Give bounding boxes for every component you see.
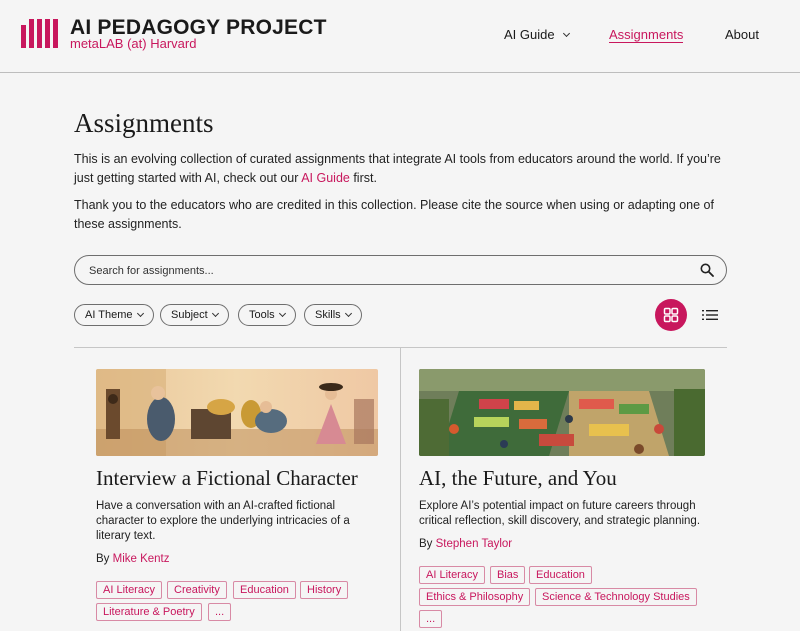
chevron-down-icon <box>344 309 352 318</box>
nav-assignments[interactable]: Assignments <box>609 27 684 43</box>
tag-education[interactable]: Education <box>233 581 296 599</box>
author-link[interactable]: Mike Kentz <box>113 553 170 565</box>
search-icon[interactable] <box>700 263 714 277</box>
tag-ai-literacy[interactable]: AI Literacy <box>419 566 485 584</box>
site-header: AI PEDAGOGY PROJECT metaLAB (at) Harvard… <box>0 0 800 73</box>
card-title[interactable]: AI, the Future, and You <box>419 466 617 491</box>
filter-ai-theme[interactable]: AI Theme <box>74 304 154 326</box>
thanks-paragraph: Thank you to the educators who are credi… <box>74 198 714 231</box>
tag-ethics-philosophy[interactable]: Ethics & Philosophy <box>419 588 531 606</box>
filter-subject[interactable]: Subject <box>160 304 229 326</box>
card-image-fictional-character[interactable] <box>96 369 378 456</box>
vintage-illustration-image <box>96 369 378 456</box>
tag-education[interactable]: Education <box>529 566 592 584</box>
tag-more[interactable]: ... <box>419 610 443 628</box>
author-link[interactable]: Stephen Taylor <box>436 538 513 550</box>
filter-label: Tools <box>249 309 275 321</box>
filter-label: Subject <box>171 309 208 321</box>
tag-history[interactable]: History <box>300 581 349 599</box>
chevron-down-icon <box>562 29 570 38</box>
list-view-icon[interactable] <box>702 308 718 322</box>
filter-tools[interactable]: Tools <box>238 304 296 326</box>
filter-skills[interactable]: Skills <box>304 304 362 326</box>
filter-label: AI Theme <box>85 309 133 321</box>
chevron-down-icon <box>136 309 144 318</box>
tag-more[interactable]: ... <box>208 603 232 621</box>
tag-science-technology-studies[interactable]: Science & Technology Studies <box>535 588 697 606</box>
search-bar[interactable] <box>74 255 727 285</box>
tag-literature-poetry[interactable]: Literature & Poetry <box>96 603 202 621</box>
grid-view-icon <box>663 307 679 323</box>
chevron-down-icon <box>278 309 286 318</box>
card-author-line: By Mike Kentz <box>96 553 170 565</box>
garden-illustration-image <box>419 369 705 456</box>
card-author-line: By Stephen Taylor <box>419 538 512 550</box>
tag-bias[interactable]: Bias <box>490 566 526 584</box>
card-description: Have a conversation with an AI-crafted f… <box>96 500 350 542</box>
grid-view-button[interactable] <box>655 299 687 331</box>
intro-paragraph: This is an evolving collection of curate… <box>74 150 734 188</box>
card-image-ai-future[interactable] <box>419 369 705 456</box>
tag-creativity[interactable]: Creativity <box>167 581 227 599</box>
logo-subtitle[interactable]: metaLAB (at) Harvard <box>70 36 196 51</box>
card-title[interactable]: Interview a Fictional Character <box>96 466 358 491</box>
logo-icon[interactable] <box>21 19 62 48</box>
by-label: By <box>419 538 436 550</box>
page-title: Assignments <box>74 108 214 138</box>
by-label: By <box>96 553 113 565</box>
chevron-down-icon <box>211 309 219 318</box>
intro-text-end: first. <box>349 171 377 185</box>
search-input[interactable] <box>89 262 669 279</box>
filter-label: Skills <box>315 309 341 321</box>
nav-ai-guide-label: AI Guide <box>504 27 555 42</box>
card-description: Explore AI’s potential impact on future … <box>419 500 701 527</box>
tag-ai-literacy[interactable]: AI Literacy <box>96 581 162 599</box>
intro-text: This is an evolving collection of curate… <box>74 152 721 185</box>
column-divider <box>400 347 401 631</box>
nav-ai-guide[interactable]: AI Guide <box>504 27 570 42</box>
nav-about[interactable]: About <box>725 27 759 42</box>
ai-guide-link[interactable]: AI Guide <box>301 171 350 185</box>
